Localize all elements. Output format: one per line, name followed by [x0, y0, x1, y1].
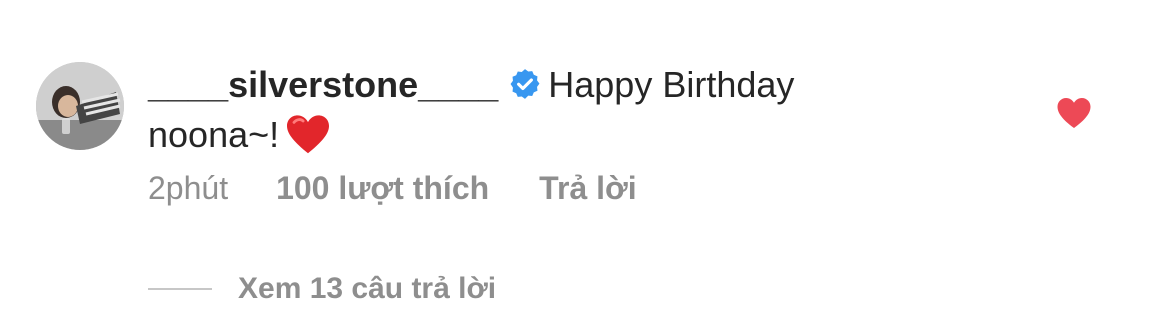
- avatar[interactable]: [36, 62, 124, 150]
- view-replies-button[interactable]: Xem 13 câu trả lời: [148, 272, 496, 306]
- view-replies-label: Xem 13 câu trả lời: [238, 272, 497, 305]
- comment-body: ____silverstone____ Happy Birthday noona…: [148, 60, 908, 160]
- red-heart-emoji: [285, 114, 331, 156]
- heart-filled-icon[interactable]: [1056, 96, 1092, 130]
- avatar-image: [36, 62, 124, 150]
- reply-button[interactable]: Trả lời: [539, 170, 636, 207]
- verified-badge-icon: [508, 67, 542, 101]
- comment-meta: 2phút 100 lượt thích Trả lời: [148, 170, 637, 207]
- username-link[interactable]: ____silverstone____: [148, 64, 498, 105]
- timestamp: 2phút: [148, 170, 229, 206]
- likes-count-link[interactable]: 100 lượt thích: [276, 170, 489, 207]
- replies-divider-line: [148, 288, 212, 290]
